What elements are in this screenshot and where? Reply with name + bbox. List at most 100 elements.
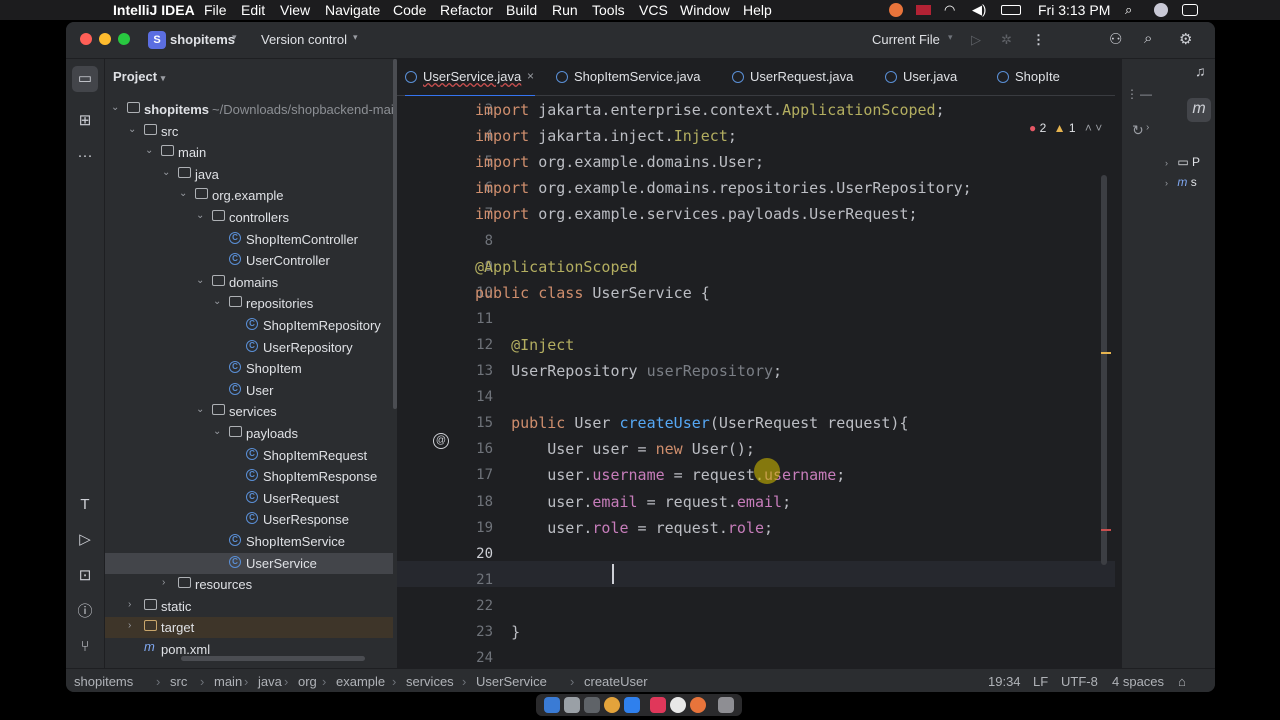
chevron-down-icon[interactable]: ⌄ [196,404,206,415]
battery-icon[interactable] [1001,5,1021,15]
intellij-icon[interactable] [650,697,666,713]
menu-tools[interactable]: Tools [592,2,625,18]
tree-folder-item[interactable]: ⌄ repositories [105,293,393,314]
code-line[interactable]: import jakarta.inject.Inject; [475,127,737,145]
maven-tree-item[interactable]: › m s [1159,175,1215,193]
tree-folder-item[interactable]: ⌄ payloads [105,423,393,444]
tree-folder-item[interactable]: › resources [105,574,393,595]
refresh-icon[interactable]: ↻ [1132,122,1144,139]
search-icon[interactable]: ⌕ [1144,30,1152,47]
breadcrumb-item[interactable]: shopitems [74,674,133,689]
close-tab-icon[interactable]: × [527,69,534,83]
code-line[interactable]: user.email = request.email; [475,493,791,511]
text-tool-icon[interactable]: T [75,495,95,515]
menu-navigate[interactable]: Navigate [325,2,380,18]
chevron-down-icon[interactable]: ⌄ [128,124,138,135]
tree-folder-item[interactable]: ⌄ main [105,142,393,163]
breadcrumb-item[interactable]: java [258,674,282,689]
breadcrumb-item[interactable]: src [170,674,187,689]
chevron-down-icon[interactable]: ⌄ [213,296,223,307]
horizontal-scrollbar[interactable] [181,656,365,661]
tree-class-item[interactable]: C UserResponse [105,509,393,530]
line-separator[interactable]: LF [1033,674,1048,689]
input-source-flag-icon[interactable] [916,5,931,15]
notifications-icon[interactable]: ♫ [1195,63,1206,79]
breadcrumb-item[interactable]: UserService [476,674,547,689]
settings-app-icon[interactable] [584,697,600,713]
spotlight-search-icon[interactable]: ⌕ [1125,2,1132,18]
debug-icon[interactable]: ✲ [1001,32,1012,48]
menu-run[interactable]: Run [552,2,578,18]
minimize-window-button[interactable] [99,33,111,45]
code-line[interactable]: user.role = request.role; [475,519,773,537]
version-control-menu[interactable]: Version control ▾ [261,29,371,51]
terminal-icon[interactable]: ⊡ [75,566,95,586]
run-configuration-selector[interactable]: Current File ▾ [872,29,962,51]
tree-class-item[interactable]: C UserController [105,250,393,271]
menu-code[interactable]: Code [393,2,426,18]
tree-folder-item[interactable]: ⌄ controllers [105,207,393,228]
tree-class-item[interactable]: C ShopItemService [105,531,393,552]
app-name-menu[interactable]: IntelliJ IDEA [113,2,195,18]
git-branch-icon[interactable]: ⑂ [75,637,95,657]
chevron-right-icon[interactable]: › [162,577,172,588]
tree-class-item[interactable]: C ShopItemRepository [105,315,393,336]
chevron-down-icon[interactable]: ⌄ [145,145,155,156]
chevron-right-icon[interactable]: › [128,620,138,631]
tree-class-item[interactable]: C ShopItemRequest [105,445,393,466]
code-line[interactable]: public User createUser(UserRequest reque… [475,414,908,432]
tree-class-item[interactable]: C ShopItem [105,358,393,379]
app-icon[interactable] [670,697,686,713]
code-line[interactable]: import jakarta.enterprise.context.Applic… [475,101,945,119]
more-tools-icon[interactable]: ··· [75,146,95,166]
recorder-icon[interactable] [690,697,706,713]
menu-view[interactable]: View [280,2,310,18]
user-avatar-icon[interactable] [1154,3,1168,17]
lock-icon[interactable]: ⌂ [1178,674,1186,689]
chevron-down-icon[interactable]: ⌄ [179,188,189,199]
add-user-icon[interactable]: ⚇ [1109,30,1122,48]
tree-class-item[interactable]: C User [105,380,393,401]
code-line[interactable]: import org.example.domains.repositories.… [475,179,972,197]
finder-icon[interactable] [544,697,560,713]
wifi-icon[interactable]: ◠ [944,2,955,18]
code-line[interactable]: @Inject [475,336,574,354]
breadcrumb-item[interactable]: main [214,674,242,689]
close-window-button[interactable] [80,33,92,45]
tab-shopitem[interactable]: ShopIte [997,59,1061,95]
minimize-panel-icon[interactable]: — [1140,87,1152,101]
volume-icon[interactable]: ◀) [972,2,986,18]
chrome-icon[interactable] [604,697,620,713]
code-line[interactable]: User user = new User(); [475,440,755,458]
editor-vertical-scrollbar[interactable] [1101,175,1107,565]
tree-folder-item[interactable]: ⌄ src [105,121,393,142]
more-options-icon[interactable]: ⋮ [1126,87,1138,101]
control-center-icon[interactable] [1182,4,1198,16]
menu-edit[interactable]: Edit [241,2,265,18]
tree-class-item[interactable]: C ShopItemResponse [105,466,393,487]
error-stripe-marker[interactable] [1101,529,1111,531]
breadcrumb-item[interactable]: services [406,674,454,689]
tree-folder-item[interactable]: ⌄ java [105,164,393,185]
code-line[interactable]: @ApplicationScoped [475,258,638,276]
run-icon[interactable]: ▷ [971,32,981,48]
tree-folder-item[interactable]: ⌄ domains [105,272,393,293]
chevron-down-icon[interactable]: ⌄ [196,275,206,286]
tab-user[interactable]: User.java [885,59,965,95]
inspection-widget[interactable]: ● 2 ▲ 1 ˄ ˅ [1029,121,1109,137]
tree-folder-item[interactable]: ⌄ services [105,401,393,422]
tree-class-item[interactable]: C UserService [105,552,393,574]
menu-refactor[interactable]: Refactor [440,2,493,18]
tab-userrequest[interactable]: UserRequest.java [732,59,862,95]
tree-class-item[interactable]: C UserRequest [105,488,393,509]
tree-folder-item[interactable]: ⌄ org.example [105,185,393,206]
menu-window[interactable]: Window [680,2,730,18]
chevron-down-icon[interactable]: ⌄ [162,167,172,178]
chevron-down-icon[interactable]: ⌄ [196,210,206,221]
breadcrumb-item[interactable]: example [336,674,385,689]
maven-icon[interactable]: m [1187,98,1211,122]
indent-setting[interactable]: 4 spaces [1112,674,1164,689]
settings-gear-icon[interactable]: ⚙ [1179,30,1192,48]
project-switcher[interactable]: S shopitems ▾ [148,29,244,51]
code-line[interactable]: import org.example.services.payloads.Use… [475,205,918,223]
